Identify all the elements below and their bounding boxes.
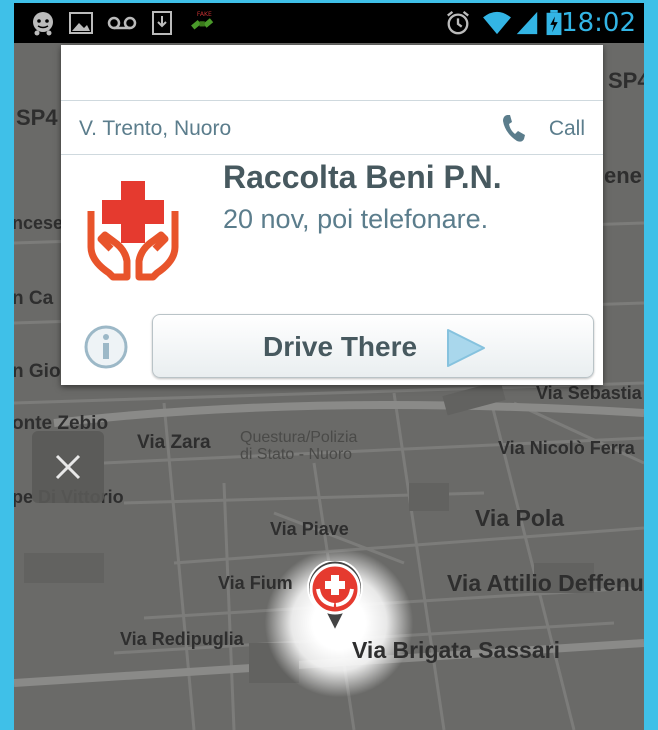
street-label: Via Piave: [270, 519, 349, 539]
street-label: ncese: [14, 213, 64, 233]
street-label: n Ca: [14, 288, 54, 309]
address-row: V. Trento, Nuoro Call: [61, 101, 603, 155]
drive-there-button[interactable]: Drive There: [152, 314, 594, 378]
street-label: Via Redipuglia: [120, 629, 244, 649]
close-icon: [55, 454, 81, 480]
card-header: [61, 45, 603, 101]
poi-label: Questura/Polizia di Stato - Nuoro: [240, 429, 358, 463]
phone-icon: [503, 115, 525, 142]
phone-screen: FAKE 18:02 SP4 SP4 ene ncese n Ca n Gio …: [14, 3, 644, 730]
street-label: Via Nicolò Ferra: [498, 438, 635, 458]
street-label: ene: [604, 163, 642, 188]
red-cross-hands-icon: [87, 181, 179, 281]
street-label: n Gio: [14, 361, 61, 382]
wifi-icon: [483, 11, 511, 35]
street-label: Via Pola: [475, 505, 565, 531]
clock: 18:02: [561, 8, 636, 38]
street-label: Via Fium: [218, 573, 293, 593]
drive-there-label: Drive There: [263, 331, 418, 362]
street-label: SP4: [16, 105, 58, 130]
place-card: V. Trento, Nuoro Call Raccolta Beni P.N.…: [61, 45, 603, 385]
place-title: Raccolta Beni P.N.: [223, 159, 502, 195]
status-bar: FAKE 18:02: [14, 3, 644, 43]
street-label: Via Sebastia: [536, 383, 642, 403]
street-label: SP4: [608, 68, 644, 93]
voicemail-icon: [107, 16, 137, 30]
map-pin-icon[interactable]: [306, 561, 364, 633]
close-button[interactable]: [32, 431, 104, 503]
address-text: V. Trento, Nuoro: [79, 117, 232, 140]
signal-icon: [516, 11, 538, 35]
alarm-icon: [447, 10, 469, 35]
street-label: Via Brigata Sassari: [352, 637, 560, 663]
svg-text:FAKE: FAKE: [197, 11, 212, 18]
play-arrow-icon: [447, 329, 485, 367]
info-icon[interactable]: [83, 324, 129, 370]
call-button[interactable]: Call: [503, 113, 585, 143]
image-icon: [69, 12, 93, 34]
street-label: Via Attilio Deffenu: [447, 570, 644, 596]
download-icon: [152, 11, 172, 35]
satellite-icon: FAKE: [191, 11, 214, 30]
waze-icon: [33, 12, 53, 36]
street-label: Via Zara: [137, 432, 211, 453]
call-label: Call: [548, 117, 585, 140]
place-subtitle: 20 nov, poi telefonare.: [223, 204, 489, 234]
